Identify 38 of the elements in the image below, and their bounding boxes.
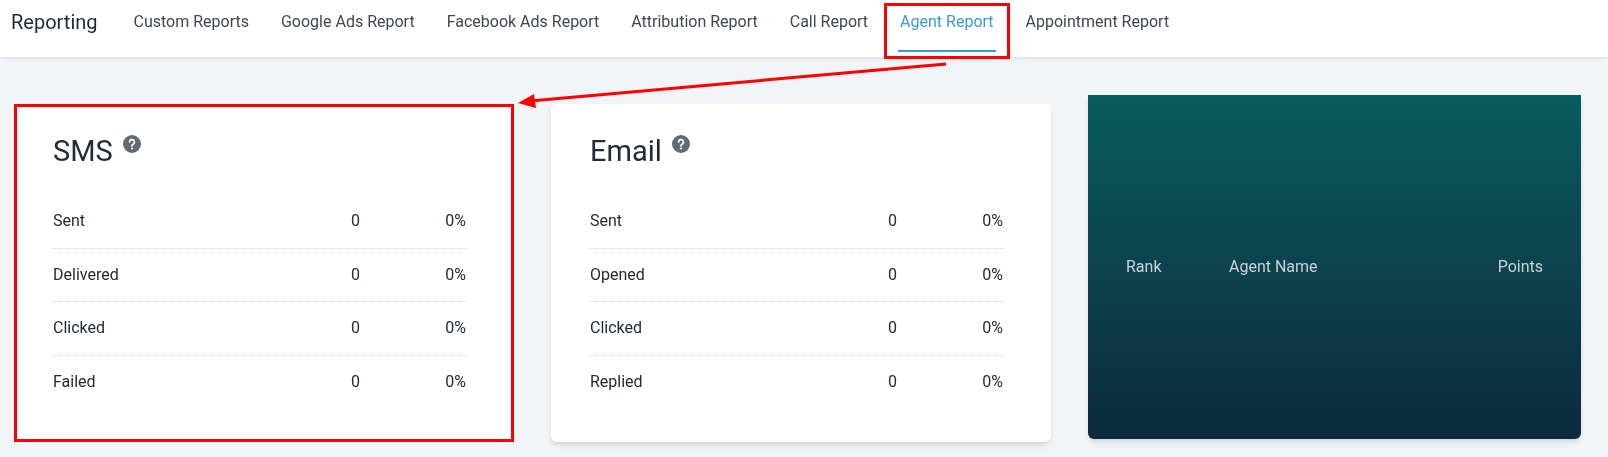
count-value: 0 (887, 263, 897, 286)
percent-value: 0% (981, 210, 1003, 233)
help-icon[interactable] (671, 135, 690, 153)
report-tab[interactable]: Google Ads Report (278, 0, 417, 52)
count-value: 0 (350, 371, 360, 394)
percent-value: 0% (444, 263, 466, 286)
count-value: 0 (887, 317, 897, 340)
percent-value: 0% (444, 371, 466, 394)
count-value: 0 (350, 210, 360, 233)
report-tab[interactable]: Facebook Ads Report (444, 0, 602, 52)
metric-label: Clicked (53, 317, 107, 340)
column-header: Agent Name (1229, 256, 1319, 278)
help-icon[interactable] (122, 135, 141, 153)
report-tab[interactable]: Appointment Report (1023, 0, 1172, 52)
metric-label: Delivered (53, 263, 120, 286)
percent-value: 0% (981, 263, 1003, 286)
count-value: 0 (350, 263, 360, 286)
report-tab[interactable]: Call Report (787, 0, 871, 52)
card-title: Email (590, 133, 662, 170)
percent-value: 0% (981, 371, 1003, 394)
percent-value: 0% (981, 317, 1003, 340)
page-title: Reporting (11, 8, 98, 36)
card-title: SMS (53, 133, 113, 170)
percent-value: 0% (444, 317, 466, 340)
metric-label: Opened (590, 263, 646, 286)
percent-value: 0% (444, 210, 466, 233)
count-value: 0 (887, 371, 897, 394)
column-header: Points (1496, 256, 1543, 278)
metric-label: Replied (590, 371, 644, 394)
report-tab[interactable]: Attribution Report (629, 0, 760, 52)
report-tab[interactable]: Custom Reports (131, 0, 251, 52)
count-value: 0 (350, 317, 360, 340)
metric-label: Sent (53, 210, 87, 233)
count-value: 0 (887, 210, 897, 233)
column-header: Rank (1126, 256, 1163, 278)
metric-label: Sent (590, 210, 624, 233)
metric-label: Clicked (590, 317, 644, 340)
metric-label: Failed (53, 371, 97, 394)
